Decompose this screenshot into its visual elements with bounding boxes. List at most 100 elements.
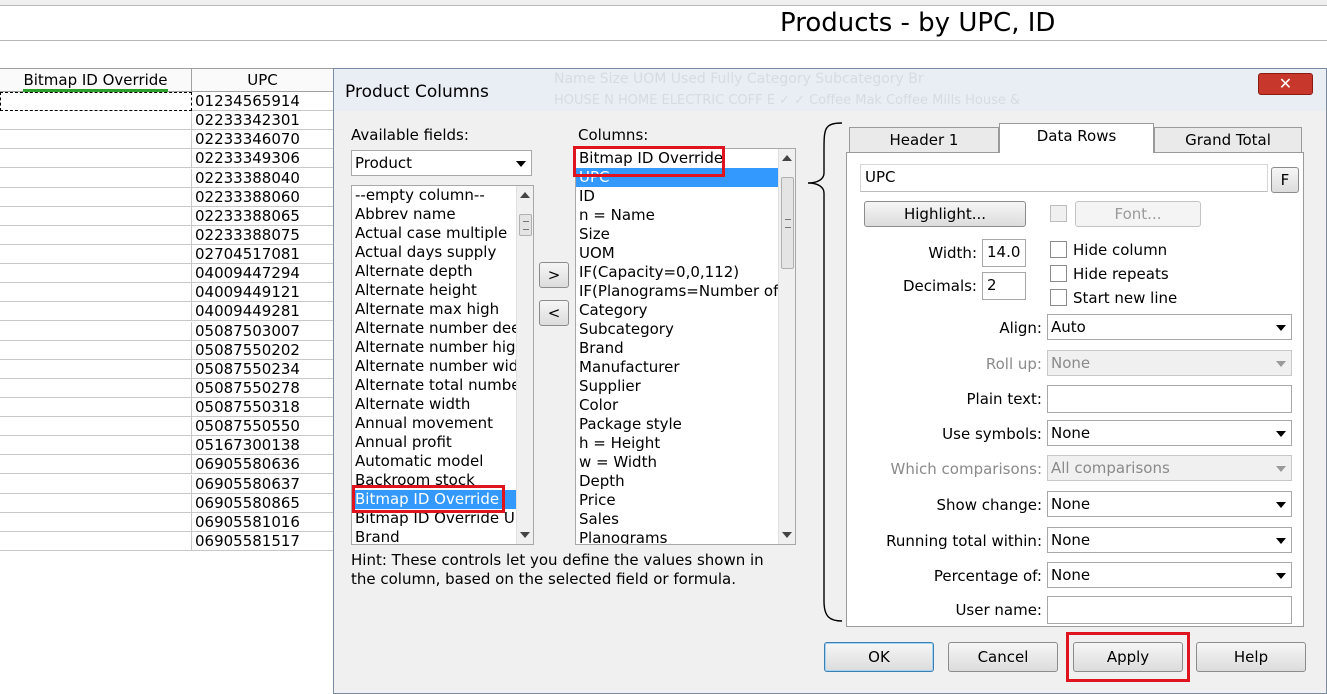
bitmap-cell[interactable] <box>0 512 192 532</box>
scroll-up-icon[interactable] <box>520 192 530 198</box>
show-change-select[interactable]: None <box>1047 491 1292 517</box>
upc-cell[interactable]: 05087550550 <box>192 417 334 437</box>
upc-cell[interactable]: 04009449121 <box>192 283 334 303</box>
running-total-select[interactable]: None <box>1047 527 1292 553</box>
upc-cell[interactable]: 01234565914 <box>192 92 334 111</box>
hide-repeats-checkbox[interactable] <box>1050 265 1067 282</box>
column-item[interactable]: Package style <box>576 415 795 434</box>
column-item[interactable]: ID <box>576 187 795 206</box>
percentage-of-select[interactable]: None <box>1047 562 1292 588</box>
available-field-item[interactable]: Alternate number dee <box>352 319 533 338</box>
upc-cell[interactable]: 04009447294 <box>192 264 334 284</box>
upc-cell[interactable]: 02233388060 <box>192 187 334 207</box>
upc-cell[interactable]: 06905581517 <box>192 531 334 551</box>
plain-text-input[interactable] <box>1047 385 1292 413</box>
column-item[interactable]: h = Height <box>576 434 795 453</box>
column-item[interactable]: Planograms <box>576 529 795 544</box>
bitmap-cell[interactable] <box>0 206 192 226</box>
upc-cell[interactable]: 05087550234 <box>192 359 334 379</box>
available-field-item[interactable]: Abbrev name <box>352 205 533 224</box>
available-field-item[interactable]: Automatic model <box>352 452 533 471</box>
column-header-bitmap-id-override[interactable]: Bitmap ID Override <box>0 68 192 92</box>
columns-scrollbar[interactable] <box>778 149 795 544</box>
bitmap-cell[interactable] <box>0 398 192 418</box>
decimals-input[interactable]: 2 <box>982 272 1026 300</box>
bitmap-cell[interactable] <box>0 417 192 437</box>
ok-button[interactable]: OK <box>824 642 934 672</box>
user-name-input[interactable] <box>1047 596 1292 624</box>
column-item[interactable]: Manufacturer <box>576 358 795 377</box>
upc-cell[interactable]: 02233346070 <box>192 130 334 150</box>
bitmap-cell[interactable] <box>0 130 192 150</box>
available-source-select[interactable]: Product <box>351 150 532 176</box>
upc-cell[interactable]: 05087503007 <box>192 321 334 341</box>
tab-grand-total[interactable]: Grand Total <box>1154 127 1302 153</box>
hide-column-checkbox[interactable] <box>1050 241 1067 258</box>
upc-cell[interactable]: 02233388075 <box>192 225 334 245</box>
bitmap-cell[interactable] <box>0 359 192 379</box>
upc-cell[interactable]: 05087550202 <box>192 340 334 360</box>
formula-builder-button[interactable]: F <box>1271 167 1299 193</box>
width-input[interactable]: 14.0 <box>982 239 1026 267</box>
available-field-item[interactable]: Alternate total numbe <box>352 376 533 395</box>
bitmap-cell[interactable] <box>0 92 192 111</box>
column-item[interactable]: n = Name <box>576 206 795 225</box>
available-field-item[interactable]: Alternate max high <box>352 300 533 319</box>
bitmap-cell[interactable] <box>0 168 192 188</box>
tab-data-rows[interactable]: Data Rows <box>999 123 1154 153</box>
column-item[interactable]: Sales <box>576 510 795 529</box>
use-symbols-select[interactable]: None <box>1047 420 1292 446</box>
bitmap-cell[interactable] <box>0 321 192 341</box>
bitmap-cell[interactable] <box>0 493 192 513</box>
upc-cell[interactable]: 02233388065 <box>192 206 334 226</box>
bitmap-cell[interactable] <box>0 531 192 551</box>
available-field-item[interactable]: Alternate number wid <box>352 357 533 376</box>
upc-cell[interactable]: 06905580865 <box>192 493 334 513</box>
upc-cell[interactable]: 04009449281 <box>192 302 334 322</box>
column-item[interactable]: IF(Capacity=0,0,112) <box>576 263 795 282</box>
scroll-up-icon[interactable] <box>782 155 792 161</box>
bitmap-cell[interactable] <box>0 455 192 475</box>
bitmap-cell[interactable] <box>0 378 192 398</box>
column-item[interactable]: Supplier <box>576 377 795 396</box>
column-item[interactable]: Color <box>576 396 795 415</box>
available-field-item[interactable]: Alternate width <box>352 395 533 414</box>
available-field-item[interactable]: --empty column-- <box>352 186 533 205</box>
available-field-item[interactable]: Annual profit <box>352 433 533 452</box>
available-field-item[interactable]: Alternate depth <box>352 262 533 281</box>
upc-cell[interactable]: 06905580636 <box>192 455 334 475</box>
available-field-item[interactable]: Actual days supply <box>352 243 533 262</box>
upc-cell[interactable]: 06905580637 <box>192 474 334 494</box>
bitmap-cell[interactable] <box>0 225 192 245</box>
align-select[interactable]: Auto <box>1047 314 1292 340</box>
scroll-thumb[interactable] <box>519 214 532 236</box>
column-item[interactable]: Size <box>576 225 795 244</box>
formula-input[interactable]: UPC <box>860 164 1268 192</box>
column-item[interactable]: Brand <box>576 339 795 358</box>
help-button[interactable]: Help <box>1196 642 1306 672</box>
bitmap-cell[interactable] <box>0 436 192 456</box>
columns-list[interactable]: Bitmap ID Override UPC ID n = Name Size UOM IF… <box>575 148 796 545</box>
column-item[interactable]: w = Width <box>576 453 795 472</box>
tab-header-1[interactable]: Header 1 <box>849 127 999 153</box>
column-item[interactable]: Subcategory <box>576 320 795 339</box>
column-item[interactable]: Category <box>576 301 795 320</box>
column-item[interactable]: IF(Planograms=Number of <box>576 282 795 301</box>
upc-cell[interactable]: 05087550278 <box>192 378 334 398</box>
close-button[interactable]: ✕ <box>1258 73 1313 95</box>
scroll-down-icon[interactable] <box>520 532 530 538</box>
available-scrollbar[interactable] <box>516 186 533 544</box>
bitmap-cell[interactable] <box>0 302 192 322</box>
available-field-item[interactable]: Alternate height <box>352 281 533 300</box>
bitmap-cell[interactable] <box>0 340 192 360</box>
column-item[interactable]: Price <box>576 491 795 510</box>
upc-cell[interactable]: 02704517081 <box>192 245 334 265</box>
column-header-upc[interactable]: UPC <box>192 68 334 92</box>
upc-cell[interactable]: 02233349306 <box>192 149 334 169</box>
highlight-button[interactable]: Highlight... <box>864 201 1026 227</box>
upc-cell[interactable]: 06905581016 <box>192 512 334 532</box>
bitmap-cell[interactable] <box>0 111 192 131</box>
scroll-down-icon[interactable] <box>782 532 792 538</box>
available-field-item[interactable]: Brand <box>352 528 533 544</box>
upc-cell[interactable]: 05087550318 <box>192 398 334 418</box>
